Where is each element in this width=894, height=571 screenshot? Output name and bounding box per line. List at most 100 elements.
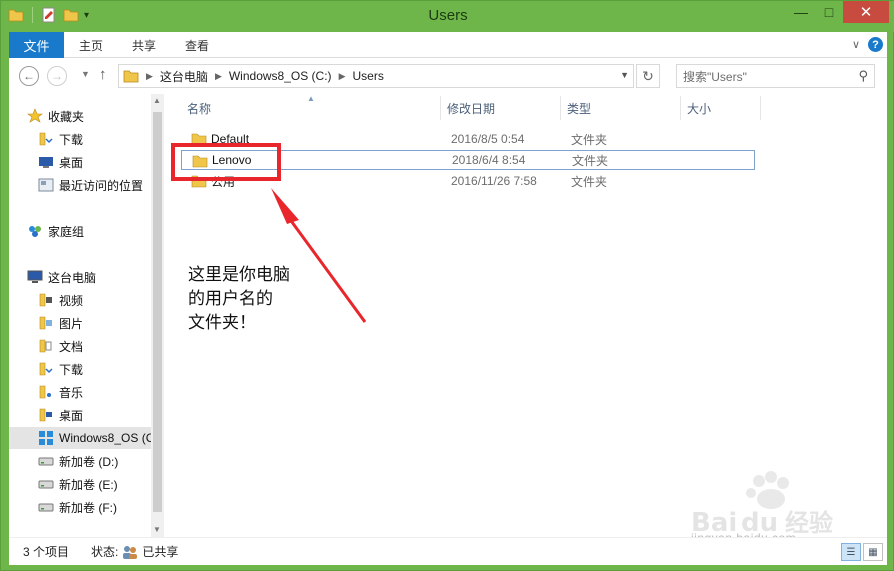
nav-homegroup[interactable]: 家庭组 <box>27 220 164 242</box>
documents-folder-icon <box>38 338 54 354</box>
nav-drive-c[interactable]: Windows8_OS (C:) <box>9 427 162 449</box>
nav-drive-d[interactable]: 新加卷 (D:) <box>38 450 164 472</box>
music-folder-icon <box>38 384 54 400</box>
nav-desktop[interactable]: 桌面 <box>38 404 164 426</box>
users-icon <box>123 545 138 559</box>
shared-status: 已共享 <box>122 543 178 560</box>
scroll-up-icon[interactable]: ▲ <box>153 96 161 105</box>
back-button[interactable]: ← <box>19 66 39 86</box>
tab-share[interactable]: 共享 <box>132 32 156 58</box>
nav-favorites-downloads[interactable]: 下载 <box>38 128 164 150</box>
nav-documents[interactable]: 文档 <box>38 335 164 357</box>
videos-folder-icon <box>38 292 54 308</box>
hard-drive-icon <box>38 453 54 469</box>
expand-ribbon-icon[interactable]: ∨ <box>852 38 860 51</box>
file-date: 2018/6/4 8:54 <box>452 153 526 167</box>
downloads-folder-icon <box>38 361 54 377</box>
homegroup-icon <box>27 223 43 239</box>
column-header-date[interactable]: 修改日期 <box>447 94 495 122</box>
large-icons-view-icon[interactable]: ▦ <box>863 543 883 561</box>
status-bar: 3 个项目 状态: 已共享 ☰ ▦ <box>9 537 887 565</box>
windows-drive-icon <box>38 430 54 446</box>
nav-label: 最近访问的位置 <box>59 178 144 193</box>
recent-places-icon <box>38 177 54 193</box>
column-divider[interactable] <box>760 96 761 120</box>
annotation-text: 这里是你电脑 的用户名的 文件夹！ <box>188 265 290 333</box>
nav-label: 这台电脑 <box>48 270 97 285</box>
nav-label: 图片 <box>59 316 84 331</box>
navigation-bar: ← → ▼ ↑ ▶ 这台电脑 ▶ Windows8_OS (C:) ▶ User… <box>9 58 887 94</box>
nav-favorites-desktop[interactable]: 桌面 <box>38 151 164 173</box>
window-title: Users <box>428 7 468 24</box>
breadcrumb-users[interactable]: Users <box>352 69 383 83</box>
nav-this-pc[interactable]: 这台电脑 <box>27 266 164 288</box>
details-view-icon[interactable]: ☰ <box>841 543 861 561</box>
search-icon: ⚲ <box>858 68 868 83</box>
nav-label: 桌面 <box>59 155 84 170</box>
address-bar[interactable]: ▶ 这台电脑 ▶ Windows8_OS (C:) ▶ Users ▼ <box>118 64 634 88</box>
breadcrumb-this-pc[interactable]: 这台电脑 <box>160 68 208 85</box>
nav-favorites-recent[interactable]: 最近访问的位置 <box>38 174 164 196</box>
desktop-icon <box>38 154 54 170</box>
tab-home[interactable]: 主页 <box>79 32 103 58</box>
minimize-button[interactable]: — <box>787 1 815 23</box>
scroll-down-icon[interactable]: ▼ <box>153 525 161 534</box>
title-bar: ▾ Users — □ ✕ <box>1 1 894 32</box>
sort-ascending-icon: ▲ <box>307 94 315 103</box>
search-placeholder: 搜索"Users" <box>683 69 747 84</box>
state-label: 状态: <box>91 545 119 559</box>
column-divider[interactable] <box>440 96 441 120</box>
explorer-window: ▾ Users — □ ✕ 文件 主页 共享 查看 ∨ ? ← → ▼ ↑ ▶ … <box>0 0 894 571</box>
desktop-folder-icon <box>38 407 54 423</box>
file-type: 文件夹 <box>572 153 609 168</box>
tab-view[interactable]: 查看 <box>185 32 209 58</box>
up-arrow-icon[interactable]: ↑ <box>99 66 107 83</box>
address-dropdown-icon[interactable]: ▼ <box>620 70 629 80</box>
nav-label: 音乐 <box>59 385 84 400</box>
maximize-button[interactable]: □ <box>815 1 843 23</box>
file-type: 文件夹 <box>571 132 608 147</box>
column-divider[interactable] <box>560 96 561 120</box>
nav-label: 视频 <box>59 293 84 308</box>
downloads-folder-icon <box>38 131 54 147</box>
column-header-size[interactable]: 大小 <box>687 94 711 122</box>
close-button[interactable]: ✕ <box>843 1 889 23</box>
ribbon: 文件 主页 共享 查看 ∨ ? <box>9 32 887 58</box>
computer-icon <box>27 269 43 285</box>
hard-drive-icon <box>38 499 54 515</box>
search-input[interactable]: 搜索"Users" ⚲ <box>676 64 875 88</box>
view-switcher: ☰ ▦ <box>841 543 883 561</box>
forward-button[interactable]: → <box>47 66 67 86</box>
breadcrumb-drive-c[interactable]: Windows8_OS (C:) <box>229 69 332 83</box>
nav-drive-f[interactable]: 新加卷 (F:) <box>38 496 164 518</box>
nav-label: 新加卷 (F:) <box>59 500 117 515</box>
breadcrumb-separator[interactable]: ▶ <box>339 71 346 82</box>
column-header-type[interactable]: 类型 <box>567 94 591 122</box>
folder-icon <box>123 70 139 83</box>
nav-videos[interactable]: 视频 <box>38 289 164 311</box>
nav-downloads[interactable]: 下载 <box>38 358 164 380</box>
help-icon[interactable]: ? <box>868 37 883 52</box>
recent-locations-icon[interactable]: ▼ <box>81 69 90 79</box>
nav-scrollbar[interactable]: ▲ ▼ <box>151 94 164 537</box>
refresh-button[interactable]: ↻ <box>636 64 660 88</box>
window-controls: — □ ✕ <box>787 1 889 23</box>
breadcrumb-separator[interactable]: ▶ <box>146 71 153 82</box>
nav-pictures[interactable]: 图片 <box>38 312 164 334</box>
nav-music[interactable]: 音乐 <box>38 381 164 403</box>
ribbon-controls: ∨ ? <box>852 37 883 52</box>
nav-label: Windows8_OS (C:) <box>59 431 162 445</box>
nav-label: 桌面 <box>59 408 84 423</box>
nav-drive-e[interactable]: 新加卷 (E:) <box>38 473 164 495</box>
nav-favorites[interactable]: 收藏夹 <box>27 105 164 127</box>
item-count: 3 个项目 <box>23 545 70 559</box>
scroll-thumb[interactable] <box>153 112 162 512</box>
breadcrumb-separator[interactable]: ▶ <box>215 71 222 82</box>
star-icon <box>27 108 43 124</box>
column-divider[interactable] <box>680 96 681 120</box>
nav-label: 新加卷 (D:) <box>59 454 119 469</box>
column-header-name[interactable]: 名称 <box>187 94 211 122</box>
tab-file[interactable]: 文件 <box>9 32 64 58</box>
file-date: 2016/8/5 0:54 <box>451 132 525 146</box>
file-type: 文件夹 <box>571 174 608 189</box>
